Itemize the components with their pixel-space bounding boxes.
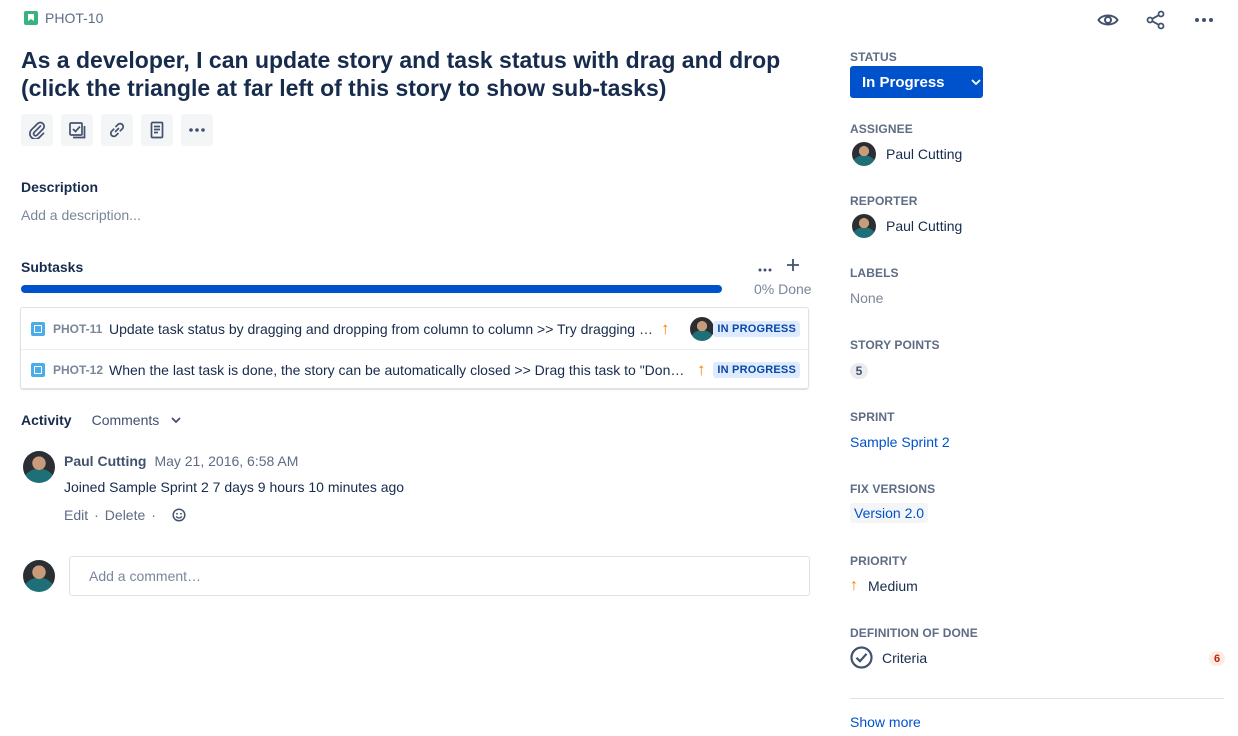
page-button[interactable] — [141, 114, 173, 146]
comment-author[interactable]: Paul Cutting — [64, 453, 146, 469]
subtask-list: PHOT-11 Update task status by dragging a… — [20, 307, 809, 389]
subtask-key[interactable]: PHOT-12 — [53, 363, 103, 377]
subtask-row[interactable]: PHOT-11 Update task status by dragging a… — [21, 308, 808, 349]
attach-button[interactable] — [21, 114, 53, 146]
check-circle-icon — [850, 646, 873, 669]
issue-actions — [1092, 8, 1220, 32]
story-points-label: STORY POINTS — [850, 338, 940, 352]
assignee-name: Paul Cutting — [886, 146, 963, 162]
status-dropdown-button[interactable]: In Progress — [850, 66, 983, 98]
sprint-link[interactable]: Sample Sprint 2 — [850, 434, 950, 450]
labels-label: LABELS — [850, 266, 899, 280]
comment-actions: Edit · Delete · — [64, 507, 186, 523]
subtask-summary[interactable]: Update task status by dragging and dropp… — [109, 321, 654, 337]
add-comment-placeholder: Add a comment… — [89, 568, 202, 584]
reporter-field[interactable]: Paul Cutting — [852, 214, 962, 238]
issue-key-link[interactable]: PHOT-10 — [24, 10, 103, 26]
comment-date: May 21, 2016, 6:58 AM — [154, 453, 299, 469]
chevron-down-icon — [970, 79, 981, 85]
show-more-link[interactable]: Show more — [850, 714, 921, 730]
issue-title[interactable]: As a developer, I can update story and t… — [21, 46, 811, 102]
subtask-summary[interactable]: When the last task is done, the story ca… — [109, 362, 691, 378]
labels-value[interactable]: None — [850, 290, 883, 306]
assignee-label: ASSIGNEE — [850, 122, 913, 136]
reporter-avatar — [852, 214, 876, 238]
assignee-avatar[interactable] — [690, 316, 714, 341]
edit-comment-link[interactable]: Edit — [64, 507, 88, 523]
activity-filter-dropdown[interactable]: Comments — [92, 412, 182, 428]
add-comment-input[interactable]: Add a comment… — [69, 556, 810, 596]
attach-icon — [29, 121, 45, 139]
assignee-avatar — [852, 142, 876, 166]
story-icon — [24, 11, 38, 25]
definition-of-done-field[interactable]: Criteria — [850, 646, 927, 669]
description-heading: Description — [21, 179, 99, 195]
status-value: In Progress — [862, 73, 945, 91]
current-user-avatar — [23, 560, 55, 592]
delete-comment-link[interactable]: Delete — [105, 507, 145, 523]
priority-value: Medium — [868, 578, 918, 594]
priority-label: PRIORITY — [850, 554, 908, 568]
subtasks-heading: Subtasks — [21, 259, 84, 275]
subtask-icon — [31, 321, 45, 336]
share-icon[interactable] — [1140, 8, 1172, 32]
description-placeholder[interactable]: Add a description... — [21, 207, 141, 223]
subtask-icon — [31, 363, 45, 377]
subtasks-progress-label: 0% Done — [754, 281, 812, 297]
watch-icon[interactable] — [1092, 8, 1124, 32]
status-lozenge[interactable]: IN PROGRESS — [713, 362, 800, 378]
add-child-icon — [69, 122, 86, 139]
subtasks-progress-bar — [21, 285, 722, 293]
comment-body: Joined Sample Sprint 2 7 days 9 hours 10… — [64, 479, 405, 495]
comment-meta: Paul Cutting May 21, 2016, 6:58 AM — [64, 453, 298, 469]
issue-title-line-1: As a developer, I can update story and t… — [21, 47, 781, 73]
more-icon — [189, 128, 205, 132]
fix-versions-label: FIX VERSIONS — [850, 482, 936, 496]
separator-dot: · — [94, 507, 99, 523]
separator-dot: · — [151, 507, 156, 523]
subtasks-actions — [758, 258, 800, 277]
activity-header: Activity Comments — [21, 412, 181, 428]
reporter-name: Paul Cutting — [886, 218, 963, 234]
subtask-row[interactable]: PHOT-12 When the last task is done, the … — [21, 349, 808, 390]
status-label: STATUS — [850, 50, 897, 64]
link-issue-button[interactable] — [101, 114, 133, 146]
issue-toolbar — [21, 114, 213, 146]
issue-key: PHOT-10 — [45, 10, 104, 26]
definition-of-done-label: DEFINITION OF DONE — [850, 626, 978, 640]
add-child-button[interactable] — [61, 114, 93, 146]
more-actions-button[interactable] — [181, 114, 213, 146]
subtask-key[interactable]: PHOT-11 — [53, 322, 102, 336]
story-points-value[interactable]: 5 — [850, 363, 868, 379]
more-icon[interactable] — [1188, 8, 1220, 32]
criteria-label: Criteria — [882, 649, 928, 666]
sidebar-divider — [850, 698, 1224, 699]
fix-version-tag[interactable]: Version 2.0 — [850, 503, 929, 523]
priority-medium-icon: ↑ — [661, 318, 670, 338]
chevron-down-icon — [171, 417, 181, 423]
activity-heading: Activity — [21, 412, 72, 428]
priority-field[interactable]: ↑ Medium — [850, 577, 918, 595]
criteria-count-badge: 6 — [1209, 651, 1225, 666]
priority-medium-icon: ↑ — [697, 360, 706, 379]
sprint-label: SPRINT — [850, 410, 895, 424]
add-subtask-icon[interactable] — [786, 258, 800, 277]
subtasks-more-icon[interactable] — [758, 259, 772, 277]
status-lozenge[interactable]: IN PROGRESS — [713, 320, 800, 337]
link-icon — [109, 122, 125, 138]
reaction-icon[interactable] — [172, 508, 186, 522]
priority-medium-icon: ↑ — [850, 577, 858, 594]
activity-filter-label: Comments — [91, 412, 160, 428]
issue-title-line-2: (click the triangle at far left of this … — [21, 75, 667, 101]
assignee-field[interactable]: Paul Cutting — [852, 142, 962, 166]
reporter-label: REPORTER — [850, 194, 918, 208]
comment-author-avatar[interactable] — [23, 451, 55, 483]
page-icon — [150, 121, 164, 139]
